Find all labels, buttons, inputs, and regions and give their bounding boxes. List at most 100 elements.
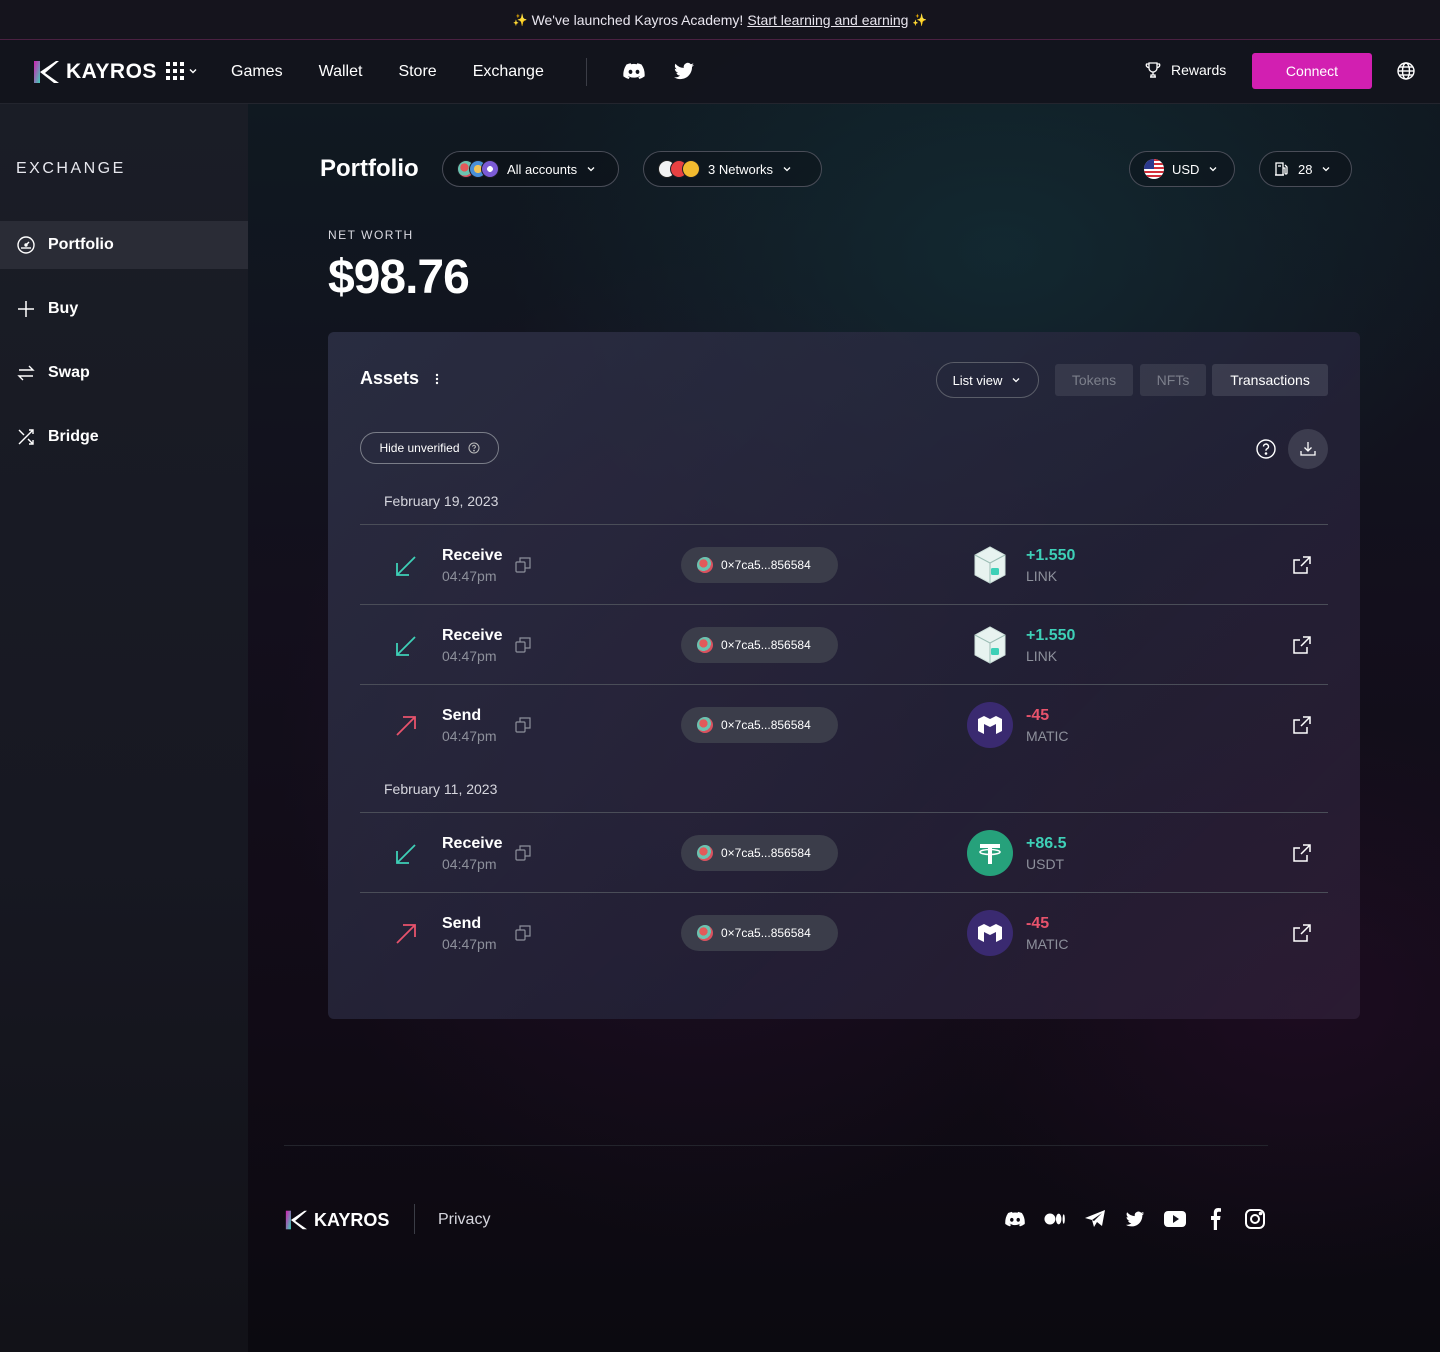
table-row[interactable]: Receive 04:47pm 0×7ca5...856584 +1.550 L… [360, 605, 1328, 685]
copy-icon[interactable] [515, 717, 531, 733]
address-pill[interactable]: 0×7ca5...856584 [681, 547, 838, 583]
address-pill[interactable]: 0×7ca5...856584 [681, 627, 838, 663]
tx-time: 04:47pm [442, 728, 497, 744]
table-row[interactable]: Receive 04:47pm 0×7ca5...856584 +86.5 US… [360, 813, 1328, 893]
chevron-down-icon [783, 167, 791, 172]
assets-title: Assets [360, 368, 420, 388]
tx-amount: +1.550 [1026, 627, 1076, 644]
address-avatar [697, 925, 713, 941]
discord-icon[interactable] [622, 59, 646, 83]
telegram-icon[interactable] [1084, 1208, 1106, 1230]
networth-label: NET WORTH [328, 228, 414, 242]
us-flag-icon [1144, 159, 1164, 179]
privacy-link[interactable]: Privacy [438, 1211, 490, 1229]
chevron-down-icon [1012, 378, 1020, 383]
footer-logo[interactable]: KAYROS [284, 1209, 389, 1231]
apps-menu[interactable] [166, 62, 198, 80]
copy-icon[interactable] [515, 925, 531, 941]
announcement-link[interactable]: Start learning and earning [747, 12, 908, 28]
table-row[interactable]: Receive 04:47pm 0×7ca5...856584 +1.550 L… [360, 525, 1328, 605]
arrow-down-left-icon [396, 556, 416, 576]
table-row[interactable]: Send 04:47pm 0×7ca5...856584 -45 MATIC [360, 685, 1328, 765]
twitter-icon[interactable] [1124, 1208, 1146, 1230]
brand-name: KAYROS [66, 60, 157, 83]
globe-icon[interactable] [1396, 61, 1416, 81]
connect-button[interactable]: Connect [1252, 53, 1372, 89]
trophy-icon [1145, 62, 1161, 78]
announcement-text: We've launched Kayros Academy! [531, 11, 744, 28]
address-text: 0×7ca5...856584 [721, 558, 811, 572]
hide-unverified-toggle[interactable]: Hide unverified [360, 432, 499, 464]
external-link-icon[interactable] [1292, 555, 1312, 575]
tx-type: Send [442, 915, 482, 932]
external-link-icon[interactable] [1292, 715, 1312, 735]
sparkle-icon: ✨ [912, 12, 928, 27]
address-text: 0×7ca5...856584 [721, 638, 811, 652]
grid-icon [166, 62, 184, 80]
tx-symbol: LINK [1026, 568, 1058, 584]
chevron-down-icon [189, 69, 197, 74]
footer-separator [414, 1204, 415, 1234]
external-link-icon[interactable] [1292, 843, 1312, 863]
rewards-link[interactable]: Rewards [1143, 60, 1226, 80]
nav-social-links [622, 59, 696, 83]
tx-time: 04:47pm [442, 648, 497, 664]
accounts-selector[interactable]: All accounts [442, 151, 619, 187]
help-icon[interactable] [1255, 438, 1277, 460]
networks-selector[interactable]: 3 Networks [643, 151, 822, 187]
address-text: 0×7ca5...856584 [721, 846, 811, 860]
date-header: February 19, 2023 [384, 493, 499, 509]
tab-transactions[interactable]: Transactions [1212, 364, 1328, 396]
link-token-icon [967, 622, 1013, 668]
youtube-icon[interactable] [1164, 1208, 1186, 1230]
address-pill[interactable]: 0×7ca5...856584 [681, 707, 838, 743]
address-avatar [697, 845, 713, 861]
arrow-down-left-icon [396, 636, 416, 656]
arrow-down-left-icon [396, 844, 416, 864]
facebook-icon[interactable] [1204, 1208, 1226, 1230]
tab-tokens[interactable]: Tokens [1055, 364, 1133, 396]
tx-type: Receive [442, 835, 503, 852]
page-title: Portfolio [320, 155, 419, 182]
tx-type: Send [442, 707, 482, 724]
nav-link-exchange[interactable]: Exchange [473, 63, 544, 81]
footer-social-links [1004, 1208, 1266, 1230]
tx-time: 04:47pm [442, 856, 497, 872]
download-button[interactable] [1288, 429, 1328, 469]
twitter-icon[interactable] [672, 59, 696, 83]
network-icons [658, 160, 700, 178]
link-token-icon [967, 542, 1013, 588]
address-pill[interactable]: 0×7ca5...856584 [681, 915, 838, 951]
address-pill[interactable]: 0×7ca5...856584 [681, 835, 838, 871]
currency-selector[interactable]: USD [1129, 151, 1235, 187]
main-nav: Games Wallet Store Exchange [231, 40, 544, 104]
nav-link-store[interactable]: Store [398, 63, 436, 81]
external-link-icon[interactable] [1292, 635, 1312, 655]
matic-token-icon [967, 910, 1013, 956]
tx-amount: -45 [1026, 707, 1050, 724]
nav-link-games[interactable]: Games [231, 63, 283, 81]
main-content: Portfolio All accounts 3 Networks USD 28… [0, 0, 1440, 1352]
announcement-bar: ✨ We've launched Kayros Academy! Start l… [0, 0, 1440, 40]
external-link-icon[interactable] [1292, 923, 1312, 943]
table-row[interactable]: Send 04:47pm 0×7ca5...856584 -45 MATIC [360, 893, 1328, 973]
instagram-icon[interactable] [1244, 1208, 1266, 1230]
brand-logo[interactable]: KAYROS [32, 59, 157, 85]
chevron-down-icon [587, 167, 595, 172]
medium-icon[interactable] [1044, 1208, 1066, 1230]
tab-nfts[interactable]: NFTs [1140, 364, 1206, 396]
arrow-up-right-icon [396, 716, 416, 736]
tx-symbol: MATIC [1026, 936, 1069, 952]
gas-selector[interactable]: 28 [1259, 151, 1352, 187]
gas-label: 28 [1298, 161, 1313, 177]
copy-icon[interactable] [515, 557, 531, 573]
nav-link-wallet[interactable]: Wallet [319, 63, 363, 81]
networth-value: $98.76 [328, 251, 470, 304]
discord-icon[interactable] [1004, 1208, 1026, 1230]
kebab-menu-icon[interactable] [432, 372, 442, 386]
tx-symbol: MATIC [1026, 728, 1069, 744]
chevron-down-icon [1209, 167, 1217, 172]
list-view-dropdown[interactable]: List view [936, 362, 1039, 398]
copy-icon[interactable] [515, 845, 531, 861]
copy-icon[interactable] [515, 637, 531, 653]
